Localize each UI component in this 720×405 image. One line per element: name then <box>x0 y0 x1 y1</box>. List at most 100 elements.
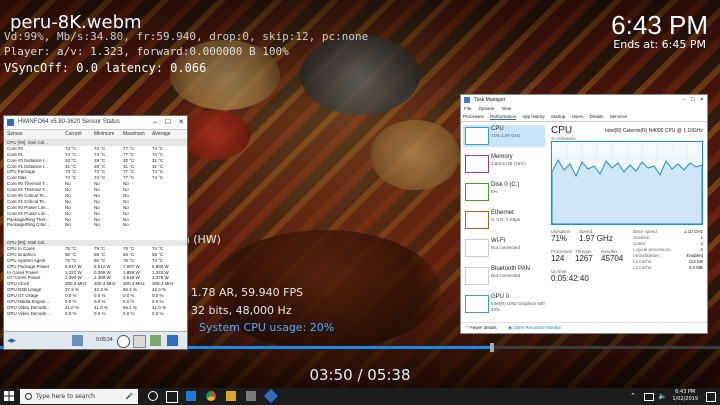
cpu-model: Intel(R) Celeron(R) N4000 CPU @ 1.10GHz <box>605 128 703 134</box>
col-sensor[interactable]: Sensor <box>4 130 65 139</box>
resource-gpu-label: GPU 0 <box>491 294 510 300</box>
search-placeholder: Type here to search <box>36 393 95 400</box>
minimize-icon[interactable]: – <box>682 95 685 105</box>
sensor-cell: 0.0 % <box>123 310 135 316</box>
open-resource-monitor-link[interactable]: Open Resource Monitor <box>513 325 561 330</box>
reset-icon[interactable] <box>167 335 178 346</box>
tm-title: Task Manager <box>474 97 506 103</box>
minimize-icon[interactable]: – <box>149 116 161 129</box>
network-tray-icon[interactable] <box>644 393 654 401</box>
windows-start-icon[interactable] <box>4 391 14 401</box>
tab-users[interactable]: Users <box>572 114 584 119</box>
resource-gpu[interactable]: GPU 0 Intel(R) UHD Graphics 600 34% <box>463 293 545 315</box>
tm-footer: ⌃ Fewer details ◉ Open Resource Monitor <box>461 322 707 333</box>
gpu-thumb-graph <box>465 295 489 313</box>
hwinfo-window[interactable]: HWiNFO64 v5.80-3620 Sensor Status – ☐ ✕ … <box>3 115 188 350</box>
report-icon[interactable] <box>133 335 146 348</box>
hwinfo-sensor-list[interactable]: CPU [#0]: Intel Cel... Core #0 73 °C 73 °C 7… <box>4 140 187 335</box>
resource-disk-label: Disk 0 (C:) <box>491 182 520 188</box>
resource-cpu[interactable]: CPU 71% 1.97 GHz <box>463 125 545 147</box>
stats-line-1: Vd:99%, Mb/s:34.80, fr:59.940, drop:0, s… <box>4 30 369 43</box>
hwinfo-toolbar: ◂▸ 0:05:24 <box>4 331 187 349</box>
resource-disk-sub: 6% <box>491 189 498 194</box>
col-minimum[interactable]: Minimum <box>94 130 123 139</box>
taskbar-search[interactable]: Type here to search 🎤 <box>20 389 138 404</box>
resource-wifi-label: Wi-Fi <box>491 238 505 244</box>
resource-ethernet-sub: S: 0 R: 0 Kbps <box>491 217 521 222</box>
cortana-icon[interactable] <box>148 391 158 401</box>
col-current[interactable]: Current <box>65 130 94 139</box>
chrome-icon[interactable] <box>206 391 216 401</box>
close-icon[interactable]: ✕ <box>700 95 704 105</box>
resource-memory[interactable]: Memory 2.8/3.8 GB (75%) <box>463 153 545 175</box>
settings-icon[interactable] <box>150 335 161 346</box>
clock-icon[interactable] <box>117 335 130 348</box>
task-manager-window[interactable]: Task Manager – ☐ ✕ File Options View Pro… <box>460 94 708 334</box>
chevron-up-icon[interactable]: ⌃ <box>465 325 469 330</box>
close-icon[interactable]: ✕ <box>175 116 187 129</box>
maximize-icon[interactable]: ☐ <box>691 95 695 105</box>
codec-info: a (HW) <box>183 233 221 246</box>
sensor-cell: 0.0 % <box>152 310 164 316</box>
cpu-thumb-graph <box>465 127 489 145</box>
ends-at: Ends at: 6:45 PM <box>613 38 706 51</box>
wifi-thumb-graph <box>465 239 489 257</box>
tab-performance[interactable]: Performance <box>490 114 517 120</box>
notifications-icon[interactable] <box>706 392 716 402</box>
stats-line-2: Player: a/v: 1.323, forward:0.000000 B 1… <box>4 45 289 58</box>
sensor-cell: 0.0 % <box>65 310 77 316</box>
menu-view[interactable]: View <box>501 106 511 111</box>
col-maximum[interactable]: Maximum <box>123 130 152 139</box>
tab-startup[interactable]: Startup <box>551 114 566 119</box>
edge-icon[interactable] <box>186 391 196 401</box>
sensor-cell: 0.0 % <box>94 310 106 316</box>
nav-arrows-icon[interactable]: ◂▸ <box>7 335 18 346</box>
col-average[interactable]: Average <box>152 130 181 139</box>
resource-wifi[interactable]: Wi-Fi Not connected <box>463 237 545 259</box>
cpu-specs: Base speed: 1.10 GHz Sockets: 1 Cores: 2 Lo… <box>633 229 703 271</box>
hwinfo-taskbar-icon[interactable] <box>263 388 279 404</box>
clock: 6:43 PM <box>611 10 708 40</box>
kodi-icon[interactable] <box>246 391 256 401</box>
hwinfo-title: HWiNFO64 v5.80-3620 Sensor Status <box>18 119 120 125</box>
speed-value: 1.97 GHz <box>579 234 613 243</box>
chevron-up-tray-icon[interactable]: ⌃ <box>630 392 638 400</box>
maximize-icon[interactable]: ☐ <box>162 116 174 129</box>
tm-app-icon <box>464 97 470 103</box>
tm-menu: File Options View <box>461 105 707 112</box>
hwinfo-titlebar[interactable]: HWiNFO64 v5.80-3620 Sensor Status – ☐ ✕ <box>4 116 187 130</box>
audio-info: 32 bits, 48,000 Hz <box>191 304 292 317</box>
resource-cpu-sub: 71% 1.97 GHz <box>491 133 521 138</box>
resource-disk[interactable]: Disk 0 (C:) 6% <box>463 181 545 203</box>
utilisation-value: 71% <box>551 234 568 243</box>
uptime-value: 0:05:42:40 <box>551 274 589 283</box>
resource-monitor-icon: ◉ <box>508 325 513 330</box>
tm-cpu-panel: CPU Intel(R) Celeron(R) N4000 CPU @ 1.10… <box>551 125 703 283</box>
tm-titlebar[interactable]: Task Manager – ☐ ✕ <box>461 95 707 105</box>
seek-bar-knob[interactable] <box>489 343 494 352</box>
network-icon[interactable] <box>72 335 83 346</box>
cpu-graph-svg <box>551 142 703 225</box>
task-view-icon[interactable] <box>166 391 178 403</box>
volume-icon[interactable]: 🔈 <box>658 392 668 402</box>
tab-details[interactable]: Details <box>590 114 604 119</box>
processes-value: 124 <box>551 254 565 263</box>
tab-app-history[interactable]: App history <box>522 114 545 119</box>
tm-resource-list: CPU 71% 1.97 GHz Memory 2.8/3.8 GB (75%)… <box>463 125 545 321</box>
fewer-details-link[interactable]: Fewer details <box>470 325 497 330</box>
resource-ethernet[interactable]: Ethernet S: 0 R: 0 Kbps <box>463 209 545 231</box>
tab-services[interactable]: Services <box>610 114 627 119</box>
cpu-usage-info: System CPU usage: 20% <box>199 321 335 334</box>
resource-wifi-sub: Not connected <box>491 245 521 250</box>
menu-options[interactable]: Options <box>479 106 495 111</box>
tab-processes[interactable]: Processes <box>463 114 484 119</box>
resource-bluetooth[interactable]: Bluetooth PAN Not connected <box>463 265 545 287</box>
resource-ethernet-label: Ethernet <box>491 210 514 216</box>
tray-clock[interactable]: 6:43 PM 1/02/2019 <box>672 389 698 403</box>
resource-bluetooth-sub: Not connected <box>491 273 521 278</box>
microphone-icon[interactable]: 🎤 <box>126 389 133 404</box>
sensor-row[interactable]: GPU Video Decode ... 0.0 % 0.0 % 0.0 % 0.0 % <box>4 311 187 317</box>
menu-file[interactable]: File <box>464 106 471 111</box>
file-explorer-icon[interactable] <box>226 391 236 401</box>
threads-value: 1267 <box>575 254 593 263</box>
